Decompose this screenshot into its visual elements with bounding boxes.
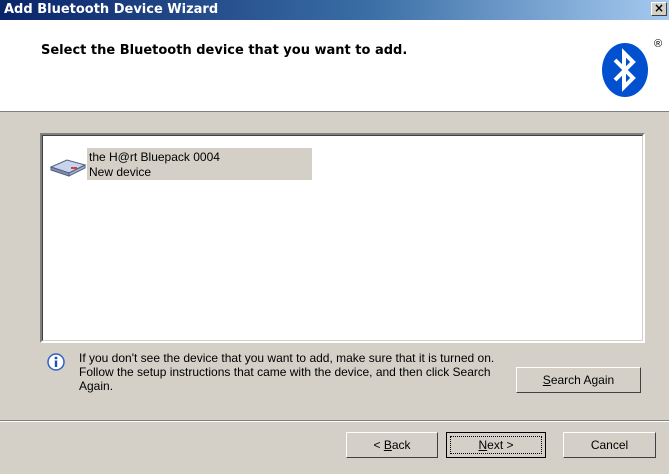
device-list[interactable]: the H@rt Bluepack 0004 New device (40, 133, 645, 343)
close-button[interactable]: × (651, 2, 667, 16)
page-title: Select the Bluetooth device that you wan… (41, 43, 408, 58)
info-message: If you don't see the device that you wan… (79, 351, 495, 393)
cancel-button[interactable]: Cancel (563, 432, 656, 458)
bluetooth-logo-icon (602, 43, 648, 97)
next-button[interactable]: Next > (446, 432, 546, 458)
back-button[interactable]: < Back (346, 432, 438, 458)
close-icon: × (653, 1, 665, 15)
device-status: New device (89, 165, 152, 179)
bluetooth-device-icon (49, 159, 87, 177)
wizard-window: Add Bluetooth Device Wizard × Select the… (0, 0, 669, 474)
window-title: Add Bluetooth Device Wizard (4, 2, 219, 17)
wizard-header: Select the Bluetooth device that you wan… (0, 20, 669, 112)
title-bar[interactable]: Add Bluetooth Device Wizard × (0, 0, 669, 20)
search-again-button[interactable]: Search Again (516, 367, 641, 393)
device-label: the H@rt Bluepack 0004 New device (87, 148, 312, 180)
device-name: the H@rt Bluepack 0004 (89, 150, 220, 164)
list-item[interactable]: the H@rt Bluepack 0004 New device (47, 148, 312, 180)
info-icon (47, 353, 65, 371)
divider (0, 420, 669, 422)
registered-mark: ® (654, 38, 663, 50)
